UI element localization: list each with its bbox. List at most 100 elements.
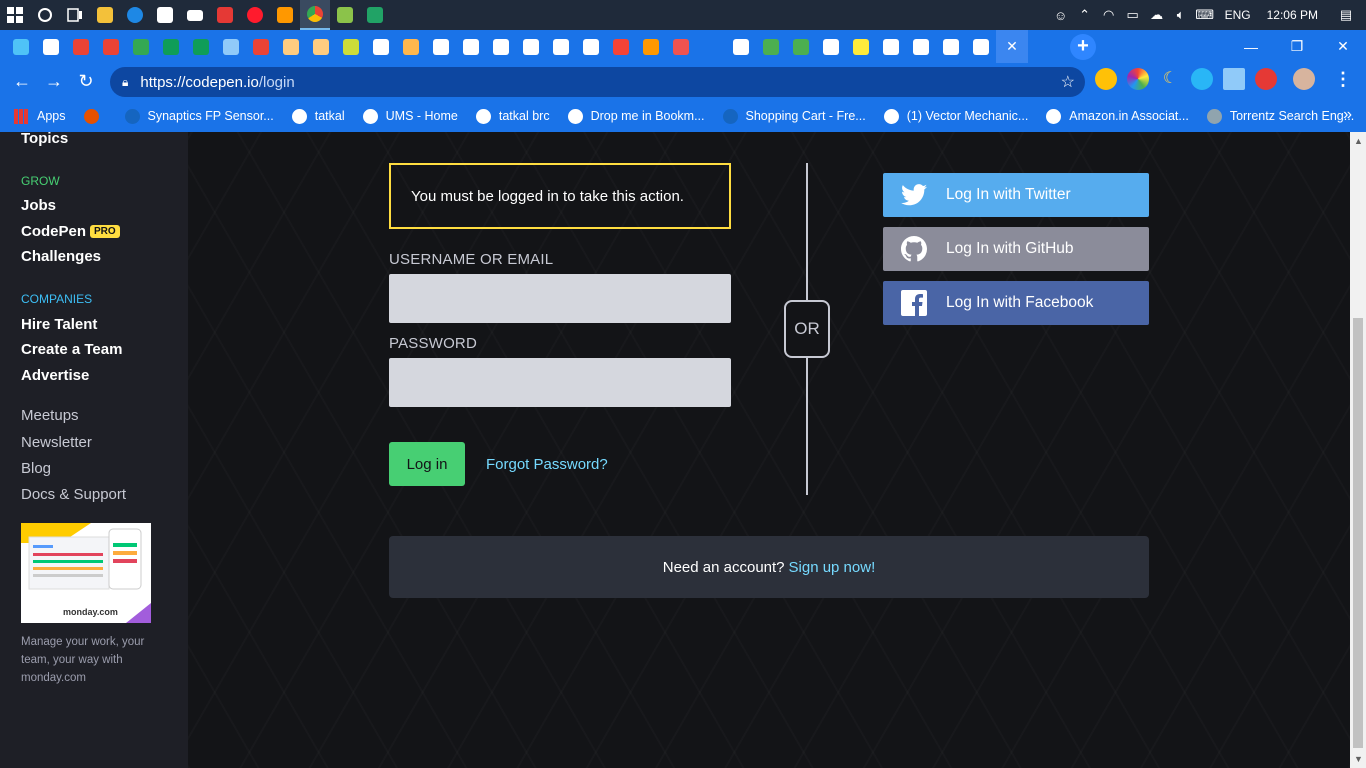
new-tab-button[interactable]: +: [1070, 33, 1096, 60]
chrome-icon[interactable]: [300, 0, 330, 30]
extension-colorpicker-icon[interactable]: [1095, 68, 1117, 90]
stack-app-icon[interactable]: [330, 0, 360, 30]
bookmark-item[interactable]: Apps: [14, 108, 66, 124]
wifi-icon[interactable]: ◠: [1097, 0, 1121, 30]
extension-tube-icon[interactable]: [1255, 68, 1277, 90]
sidebar-item-docs-support[interactable]: Docs & Support: [21, 486, 126, 503]
mail-icon[interactable]: [180, 0, 210, 30]
browser-tab[interactable]: [456, 30, 486, 63]
browser-tab[interactable]: [276, 30, 306, 63]
browser-tab[interactable]: [396, 30, 426, 63]
browser-tab[interactable]: [906, 30, 936, 63]
browser-tab[interactable]: [426, 30, 456, 63]
bookmark-star-icon[interactable]: ☆: [1061, 72, 1075, 92]
sidebar-item-blog[interactable]: Blog: [21, 460, 51, 477]
forgot-password-link[interactable]: Forgot Password?: [486, 456, 608, 473]
bookmark-item[interactable]: Shopping Cart - Fre...: [722, 108, 866, 124]
lock-icon[interactable]: 🔒︎: [122, 75, 128, 90]
chevron-up-icon[interactable]: ⌃: [1073, 0, 1097, 30]
browser-tab[interactable]: [156, 30, 186, 63]
volume-icon[interactable]: 🔈︎: [1169, 0, 1193, 30]
bookmark-item[interactable]: tatkal brc: [475, 108, 550, 124]
browser-tab[interactable]: [846, 30, 876, 63]
forward-icon[interactable]: →: [38, 66, 70, 98]
sidebar-item-jobs[interactable]: Jobs: [21, 197, 56, 214]
people-icon[interactable]: ☺: [1049, 0, 1073, 30]
browser-tab[interactable]: [966, 30, 996, 63]
browser-tab[interactable]: [726, 30, 756, 63]
active-tab-close-icon[interactable]: ✕: [996, 30, 1028, 63]
bookmark-item[interactable]: (1) Vector Mechanic...: [883, 108, 1028, 124]
restore-icon[interactable]: ❐: [1274, 30, 1320, 63]
browser-tab[interactable]: [606, 30, 636, 63]
language-indicator[interactable]: ENG: [1217, 8, 1259, 22]
sidebar-item-challenges[interactable]: Challenges: [21, 248, 101, 265]
bookmark-item[interactable]: Amazon.in Associat...: [1046, 108, 1189, 124]
excel-icon[interactable]: [360, 0, 390, 30]
browser-tab[interactable]: [696, 30, 726, 63]
edge-icon[interactable]: [120, 0, 150, 30]
bookmark-item[interactable]: [83, 108, 107, 124]
ad-caption[interactable]: Manage your work, your team, your way wi…: [21, 633, 161, 687]
file-explorer-icon[interactable]: [90, 0, 120, 30]
sidebar-item-newsletter[interactable]: Newsletter: [21, 434, 92, 451]
sidebar-item-hire-talent[interactable]: Hire Talent: [21, 316, 97, 333]
store-icon[interactable]: [150, 0, 180, 30]
more-bookmarks-icon[interactable]: »: [1343, 106, 1352, 124]
twitter-login-button[interactable]: Log In with Twitter: [883, 173, 1149, 217]
sidebar-item-create-team[interactable]: Create a Team: [21, 341, 122, 358]
minimize-icon[interactable]: —: [1228, 30, 1274, 63]
signup-link[interactable]: Sign up now!: [789, 559, 876, 576]
browser-tab[interactable]: [486, 30, 516, 63]
browser-tab[interactable]: [816, 30, 846, 63]
browser-tab[interactable]: [36, 30, 66, 63]
browser-tab[interactable]: [576, 30, 606, 63]
browser-tab[interactable]: [876, 30, 906, 63]
bookmark-item[interactable]: UMS - Home: [362, 108, 458, 124]
extension-moon-icon[interactable]: ☾: [1159, 68, 1181, 90]
extension-palette-icon[interactable]: [1127, 68, 1149, 90]
start-icon[interactable]: [0, 0, 30, 30]
task-view-icon[interactable]: [60, 0, 90, 30]
sidebar-item-meetups[interactable]: Meetups: [21, 407, 79, 424]
address-bar[interactable]: 🔒︎ https://codepen.io/login ☆: [110, 67, 1085, 97]
onedrive-icon[interactable]: ☁: [1145, 0, 1169, 30]
browser-tab[interactable]: [336, 30, 366, 63]
page-scrollbar[interactable]: ▲ ▼: [1350, 132, 1366, 768]
sidebar-item-advertise[interactable]: Advertise: [21, 367, 89, 384]
browser-tab[interactable]: [546, 30, 576, 63]
browser-tab[interactable]: [126, 30, 156, 63]
profile-avatar[interactable]: [1293, 68, 1315, 90]
browser-tab[interactable]: [306, 30, 336, 63]
extension-image-icon[interactable]: [1223, 68, 1245, 90]
scroll-up-icon[interactable]: ▲: [1354, 136, 1363, 146]
browser-tab[interactable]: [936, 30, 966, 63]
opera-icon[interactable]: [240, 0, 270, 30]
battery-icon[interactable]: ▭: [1121, 0, 1145, 30]
sidebar-item-topics[interactable]: Topics: [21, 132, 68, 147]
browser-tab[interactable]: [516, 30, 546, 63]
browser-tab[interactable]: [246, 30, 276, 63]
bookmark-item[interactable]: Torrentz Search Eng...: [1206, 108, 1354, 124]
bookmark-item[interactable]: Synaptics FP Sensor...: [124, 108, 274, 124]
github-login-button[interactable]: Log In with GitHub: [883, 227, 1149, 271]
browser-tab[interactable]: [66, 30, 96, 63]
sublime-icon[interactable]: [270, 0, 300, 30]
facebook-login-button[interactable]: Log In with Facebook: [883, 281, 1149, 325]
scroll-thumb[interactable]: [1353, 318, 1363, 748]
clock[interactable]: 12:06 PM: [1259, 8, 1326, 22]
login-button[interactable]: Log in: [389, 442, 465, 486]
reload-icon[interactable]: ↻: [70, 66, 102, 98]
password-input[interactable]: [389, 358, 731, 407]
browser-tab[interactable]: [186, 30, 216, 63]
browser-tab[interactable]: [366, 30, 396, 63]
browser-tab[interactable]: [756, 30, 786, 63]
scroll-down-icon[interactable]: ▼: [1354, 754, 1363, 764]
browser-tab[interactable]: [96, 30, 126, 63]
back-icon[interactable]: ←: [6, 66, 38, 98]
notification-icon[interactable]: ▤: [1326, 0, 1366, 30]
browser-tab[interactable]: [666, 30, 696, 63]
browser-tab[interactable]: [216, 30, 246, 63]
psiphon-icon[interactable]: [210, 0, 240, 30]
browser-tab[interactable]: [786, 30, 816, 63]
